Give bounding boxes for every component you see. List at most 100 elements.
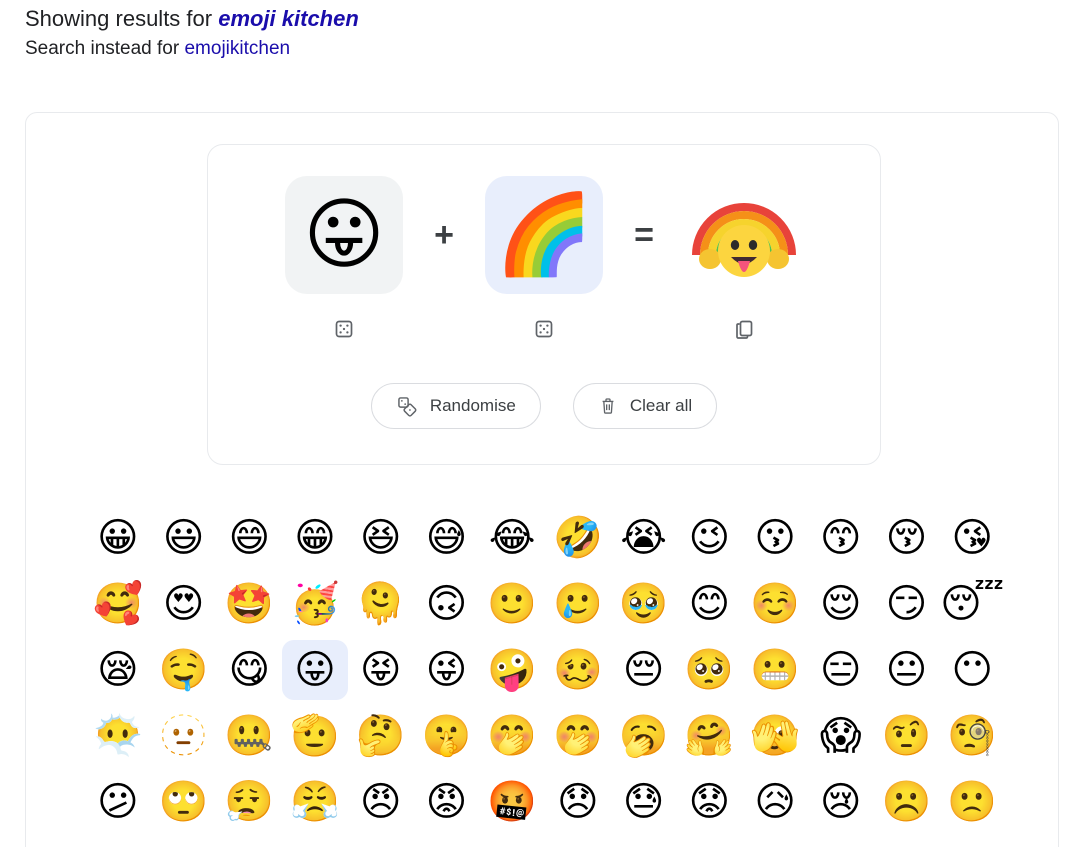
emoji-glyph: 😬 (750, 647, 800, 693)
emoji-option-face-blowing-a-kiss[interactable]: 😘 (939, 508, 1005, 568)
randomise-button[interactable]: Randomise (370, 383, 541, 429)
emoji-option-face-with-steam-from-nose[interactable]: 😤 (282, 772, 348, 832)
emoji-option-worried-face[interactable]: 😟 (676, 772, 742, 832)
emoji-option-neutral-face[interactable]: 😐 (874, 640, 940, 700)
emoji-option-sad-but-relieved-face[interactable]: 😥 (742, 772, 808, 832)
emoji-picker-row: 😪 🤤 😋 😛 😝 😜 🤪 🥴 😔 🥺 😬 😑 😐 😶 (85, 637, 1005, 703)
emoji-option-drooling-face[interactable]: 🤤 (151, 640, 217, 700)
emoji-option-melting-face[interactable]: 🫠 (348, 574, 414, 634)
emoji-option-grinning-face-smiling-eyes[interactable]: 😄 (216, 508, 282, 568)
emoji-glyph: 😟 (688, 779, 731, 825)
emoji-option-saluting-face[interactable]: 🫡 (282, 706, 348, 766)
emoji-option-yawning-face[interactable]: 🥱 (611, 706, 677, 766)
emoji-glyph: 😠 (359, 779, 402, 825)
emoji-option-woozy-face[interactable]: 🥴 (545, 640, 611, 700)
emoji-option-confused-face[interactable]: 😕 (85, 772, 151, 832)
emoji-option-angry-face[interactable]: 😠 (348, 772, 414, 832)
emoji-option-smiling-face-heart-eyes[interactable]: 😍 (151, 574, 217, 634)
emoji-option-face-with-peeking-smile[interactable]: 🤭 (545, 706, 611, 766)
emoji-option-face-savoring-food[interactable]: 😋 (216, 640, 282, 700)
clear-all-button[interactable]: Clear all (572, 383, 718, 429)
emoji-option-dotted-line-face[interactable]: 🫥 (151, 706, 217, 766)
emoji-picker-row: 😀 😃 😄 😁 😆 😅 😂 🤣 😭 😉 😗 😙 😚 😘 (85, 505, 1005, 571)
emoji-option-downcast-face-with-sweat[interactable]: 😓 (611, 772, 677, 832)
left-emoji-tile[interactable]: 😛 (285, 176, 403, 294)
emoji-option-grinning-face-sweat[interactable]: 😅 (414, 508, 480, 568)
right-shuffle-dice-icon[interactable] (527, 312, 561, 346)
emoji-option-thinking-face[interactable]: 🤔 (348, 706, 414, 766)
copy-icon[interactable] (727, 312, 761, 346)
emoji-option-winking-face-with-tongue[interactable]: 😜 (414, 640, 480, 700)
emoji-option-face-with-tears-of-joy[interactable]: 😂 (479, 508, 545, 568)
emoji-glyph: 🫠 (355, 581, 406, 627)
emoji-option-kissing-face-smiling-eyes[interactable]: 😙 (808, 508, 874, 568)
emoji-option-enraged-face[interactable]: 😡 (414, 772, 480, 832)
right-emoji-tile[interactable]: 🌈 (485, 176, 603, 294)
emoji-glyph: 🫥 (158, 713, 209, 759)
emoji-glyph: 🥹 (618, 581, 669, 627)
emoji-option-upside-down-face[interactable]: 🙃 (414, 574, 480, 634)
emoji-option-face-screaming-in-fear[interactable]: 😱 (808, 706, 874, 766)
emoji-option-face-with-rolling-eyes[interactable]: 🙄 (151, 772, 217, 832)
emoji-option-smiling-face-smiling-eyes[interactable]: 😊 (676, 574, 742, 634)
emoji-option-face-with-hand-over-mouth[interactable]: 🤭 (479, 706, 545, 766)
emoji-option-grinning-face[interactable]: 😀 (85, 508, 151, 568)
emoji-option-zany-face[interactable]: 🤪 (479, 640, 545, 700)
emoji-option-rolling-on-floor-laughing[interactable]: 🤣 (545, 508, 611, 568)
emoji-option-face-exhaling[interactable]: 😮‍💨 (216, 772, 282, 832)
emoji-option-face-with-peeking-eye[interactable]: 🫣 (742, 706, 808, 766)
left-slot-action (282, 312, 406, 346)
emoji-option-winking-face[interactable]: 😉 (676, 508, 742, 568)
emoji-option-smiling-face[interactable]: ☺️ (742, 574, 808, 634)
emoji-option-expressionless-face[interactable]: 😑 (808, 640, 874, 700)
emoji-option-sleeping-face[interactable]: 😴 (939, 574, 1005, 634)
emoji-option-frowning-face[interactable]: ☹️ (874, 772, 940, 832)
emoji-option-face-without-mouth[interactable]: 😶 (939, 640, 1005, 700)
original-query-link[interactable]: emojikitchen (184, 38, 290, 59)
emoji-option-zipper-mouth-face[interactable]: 🤐 (216, 706, 282, 766)
corrected-query-link[interactable]: emoji kitchen (218, 6, 359, 31)
emoji-glyph: 🙂 (487, 581, 538, 627)
emoji-option-face-holding-back-tears[interactable]: 🥹 (611, 574, 677, 634)
emoji-option-smiling-face-with-hearts[interactable]: 🥰 (85, 574, 151, 634)
result-emoji-tile[interactable] (685, 176, 803, 294)
emoji-option-grinning-face-big-eyes[interactable]: 😃 (151, 508, 217, 568)
emoji-option-loudly-crying-face[interactable]: 😭 (611, 508, 677, 568)
emoji-picker-row: 😶‍🌫️ 🫥 🤐 🫡 🤔 🤫 🤭 🤭 🥱 🤗 🫣 😱 🤨 🧐 (85, 703, 1005, 769)
emoji-option-pleading-face[interactable]: 🥺 (676, 640, 742, 700)
left-shuffle-dice-icon[interactable] (327, 312, 361, 346)
emoji-option-pensive-face[interactable]: 😔 (611, 640, 677, 700)
emoji-option-slightly-smiling-face[interactable]: 🙂 (479, 574, 545, 634)
emoji-option-sleepy-face[interactable]: 😪 (85, 640, 151, 700)
emoji-option-face-with-raised-eyebrow[interactable]: 🤨 (874, 706, 940, 766)
emoji-option-relieved-face[interactable]: 😌 (808, 574, 874, 634)
emoji-option-smiling-face-with-tear[interactable]: 🥲 (545, 574, 611, 634)
emoji-option-kissing-face-closed-eyes[interactable]: 😚 (874, 508, 940, 568)
emoji-option-smirking-face[interactable]: 😏 (874, 574, 940, 634)
emoji-glyph: 😅 (425, 515, 468, 561)
emoji-option-beaming-face-smiling-eyes[interactable]: 😁 (282, 508, 348, 568)
emoji-option-star-struck[interactable]: 🤩 (216, 574, 282, 634)
slot-action-icon-row (208, 311, 880, 347)
emoji-option-shushing-face[interactable]: 🤫 (414, 706, 480, 766)
emoji-glyph: 😤 (290, 779, 340, 825)
emoji-option-face-with-symbols-on-mouth[interactable]: 🤬 (479, 772, 545, 832)
emoji-glyph: 🤗 (684, 713, 735, 759)
emoji-glyph: 😊 (688, 581, 731, 627)
emoji-option-crying-face[interactable]: 😢 (808, 772, 874, 832)
emoji-option-partying-face[interactable]: 🥳 (282, 574, 348, 634)
emoji-option-face-with-monocle[interactable]: 🧐 (939, 706, 1005, 766)
emoji-option-squinting-face-with-tongue[interactable]: 😝 (348, 640, 414, 700)
emoji-glyph: 🥴 (552, 647, 603, 693)
emoji-option-grinning-squinting-face[interactable]: 😆 (348, 508, 414, 568)
emoji-option-disappointed-face[interactable]: 😞 (545, 772, 611, 832)
emoji-option-hugging-face[interactable]: 🤗 (676, 706, 742, 766)
emoji-option-face-with-tongue[interactable]: 😛 (282, 640, 348, 700)
emoji-option-kissing-face[interactable]: 😗 (742, 508, 808, 568)
emoji-glyph: 😏 (885, 581, 928, 627)
emoji-glyph: 😘 (951, 515, 994, 561)
emoji-option-face-in-clouds[interactable]: 😶‍🌫️ (85, 706, 151, 766)
emoji-option-grimacing-face[interactable]: 😬 (742, 640, 808, 700)
emoji-option-slightly-frowning-face[interactable]: 🙁 (939, 772, 1005, 832)
emoji-glyph: 😮‍💨 (224, 779, 275, 825)
